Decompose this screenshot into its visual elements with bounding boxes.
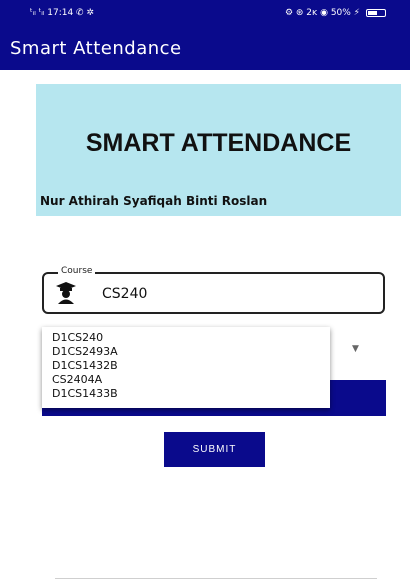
course-field[interactable]: Course CS240 xyxy=(42,266,385,314)
dropdown-option[interactable]: D1CS240 xyxy=(52,331,330,345)
student-name: Nur Athirah Syafiqah Binti Roslan xyxy=(40,194,268,208)
dropdown-option[interactable]: D1CS2493A xyxy=(52,345,330,359)
course-dropdown-list[interactable]: D1CS240 D1CS2493A D1CS1432B CS2404A D1CS… xyxy=(42,327,330,408)
hero-title: SMART ATTENDANCE xyxy=(85,129,352,157)
status-right-text: ⚙ ⊛ 2ᴋ ◉ 50% ⚡ xyxy=(284,8,360,18)
dropdown-option[interactable]: D1CS1433B xyxy=(52,387,330,401)
status-left-text: ᵗᵢₗ ᵗᵢₗ 17:14 ✆ ✲ xyxy=(30,8,94,18)
status-bar: ᵗᵢₗ ᵗᵢₗ 17:14 ✆ ✲ ⚙ ⊛ 2ᴋ ◉ 50% ⚡ xyxy=(0,0,410,26)
course-value: CS240 xyxy=(102,286,148,302)
dropdown-option[interactable]: CS2404A xyxy=(52,373,330,387)
app-bar: Smart Attendance xyxy=(0,26,410,70)
app-title: Smart Attendance xyxy=(10,37,182,59)
student-icon xyxy=(56,282,76,304)
status-right: ⚙ ⊛ 2ᴋ ◉ 50% ⚡ xyxy=(285,8,386,18)
divider xyxy=(55,578,377,579)
submit-button[interactable]: SUBMIT xyxy=(164,432,265,467)
course-label: Course xyxy=(58,266,96,276)
battery-icon xyxy=(366,9,386,17)
hero-banner: SMART ATTENDANCE Nur Athirah Syafiqah Bi… xyxy=(36,84,401,216)
dropdown-option[interactable]: D1CS1432B xyxy=(52,359,330,373)
chevron-down-icon[interactable]: ▼ xyxy=(352,344,359,354)
status-left: ᵗᵢₗ ᵗᵢₗ 17:14 ✆ ✲ xyxy=(30,8,94,18)
